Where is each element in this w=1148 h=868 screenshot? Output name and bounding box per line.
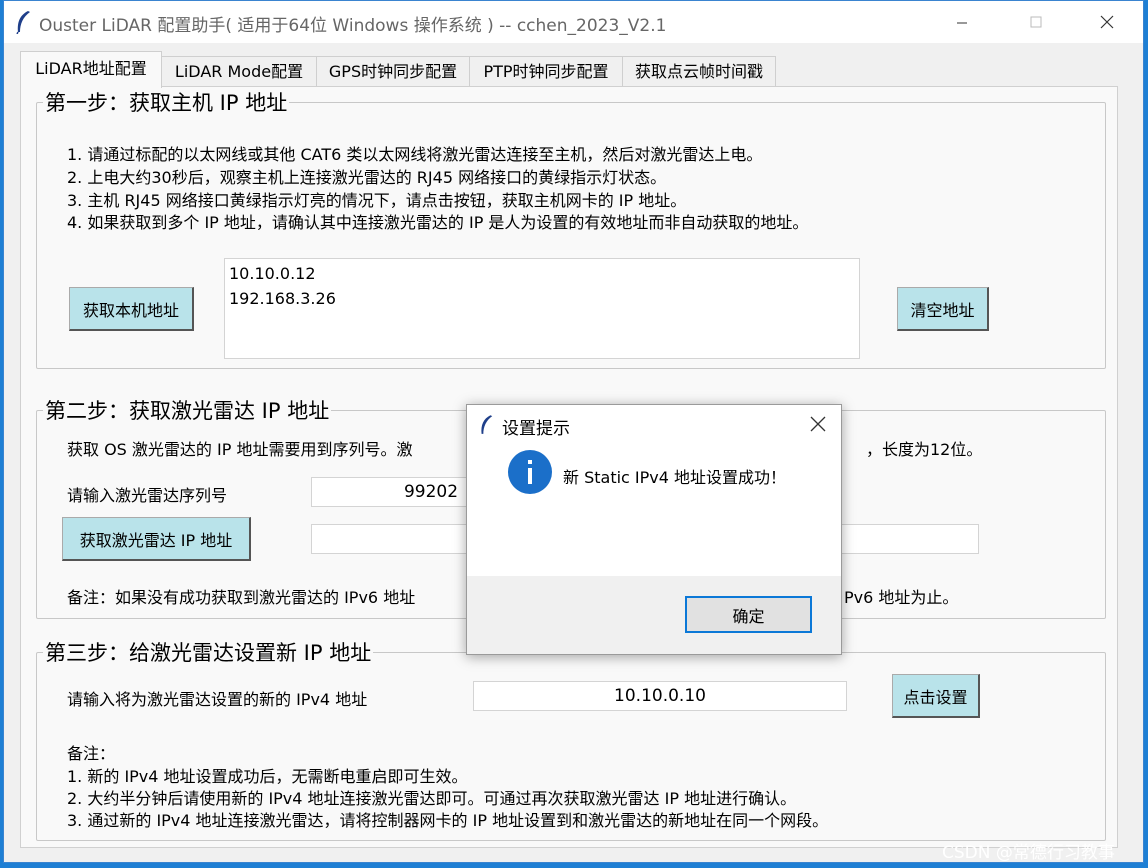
feather-icon [16, 11, 30, 34]
step1-line-4: 4. 如果获取到多个 IP 地址，请确认其中连接激光雷达的 IP 是人为设置的有… [67, 213, 809, 232]
step2-note: 备注：如果没有成功获取到激光雷达的 IPv6 地址 [67, 588, 416, 607]
maximize-icon [1030, 16, 1042, 28]
step2-title: 第二步：获取激光雷达 IP 地址 [45, 399, 330, 423]
step3-note-2: 2. 大约半分钟后请使用新的 IPv4 地址连接激光雷达即可。可通过再次获取激光… [67, 789, 797, 808]
title-bar[interactable]: Ouster LiDAR 配置助手( 适用于64位 Windows 操作系统 )… [4, 1, 1143, 43]
new-ip-label: 请输入将为激光雷达设置的新的 IPv4 地址 [67, 690, 368, 709]
step3-note-3: 3. 通过新的 IPv4 地址连接激光雷达，请将控制器网卡的 IP 地址设置到和… [67, 811, 829, 830]
dialog-title: 设置提示 [502, 419, 570, 439]
dialog-ok-button[interactable]: 确定 [685, 596, 812, 633]
step1-line-1: 1. 请通过标配的以太网线或其他 CAT6 类以太网线将激光雷达连接至主机，然后… [67, 145, 763, 164]
close-icon [810, 416, 826, 432]
tab-frame-timestamp[interactable]: 获取点云帧时间戳 [622, 56, 776, 87]
feather-icon [481, 415, 493, 434]
tab-ptp-sync[interactable]: PTP时钟同步配置 [469, 56, 623, 87]
step1-title: 第一步：获取主机 IP 地址 [45, 91, 288, 115]
get-lidar-ip-button[interactable]: 获取激光雷达 IP 地址 [62, 517, 251, 561]
get-host-ip-button[interactable]: 获取本机地址 [69, 287, 194, 331]
settings-dialog: 设置提示 新 Static IPv4 地址设置成功！ 确定 [466, 404, 842, 655]
step2-note-tail: Pv6 地址为止。 [844, 588, 959, 607]
step2-desc-tail: ，长度为12位。 [866, 440, 983, 459]
set-ip-button[interactable]: 点击设置 [892, 674, 980, 718]
maximize-button[interactable] [1001, 1, 1071, 43]
minimize-button[interactable] [927, 1, 997, 43]
dialog-close-button[interactable] [795, 405, 841, 443]
tab-lidar-address[interactable]: LiDAR地址配置 [20, 51, 162, 88]
step1-line-3: 3. 主机 RJ45 网络接口黄绿指示灯亮的情况下，请点击按钮，获取主机网卡的 … [67, 191, 687, 210]
step1-line-2: 2. 上电大约30秒后，观察主机上连接激光雷达的 RJ45 网络接口的黄绿指示灯… [67, 168, 667, 187]
dialog-title-bar[interactable]: 设置提示 [467, 405, 841, 443]
step3-title: 第三步：给激光雷达设置新 IP 地址 [45, 641, 372, 665]
tab-gps-sync[interactable]: GPS时钟同步配置 [316, 56, 470, 87]
step3-note-heading: 备注： [67, 744, 116, 763]
serial-label: 请输入激光雷达序列号 [67, 486, 228, 505]
dialog-message: 新 Static IPv4 地址设置成功！ [563, 468, 787, 487]
step2-desc: 获取 OS 激光雷达的 IP 地址需要用到序列号。激 [67, 440, 413, 459]
close-icon [1100, 15, 1114, 29]
close-button[interactable] [1072, 1, 1142, 43]
info-icon [508, 450, 552, 494]
host-ip-item: 192.168.3.26 [229, 289, 336, 308]
minimize-icon [957, 22, 967, 24]
host-ip-item: 10.10.0.12 [229, 264, 316, 283]
host-ip-list[interactable]: 10.10.0.12 192.168.3.26 [224, 258, 860, 359]
window-title: Ouster LiDAR 配置助手( 适用于64位 Windows 操作系统 )… [39, 16, 667, 36]
tab-lidar-mode[interactable]: LiDAR Mode配置 [161, 56, 317, 87]
new-ip-input[interactable] [473, 681, 847, 711]
step3-note-1: 1. 新的 IPv4 地址设置成功后，无需断电重启即可生效。 [67, 767, 468, 786]
watermark: CSDN @常德行习教事 [942, 843, 1115, 863]
clear-address-button[interactable]: 清空地址 [897, 287, 989, 331]
